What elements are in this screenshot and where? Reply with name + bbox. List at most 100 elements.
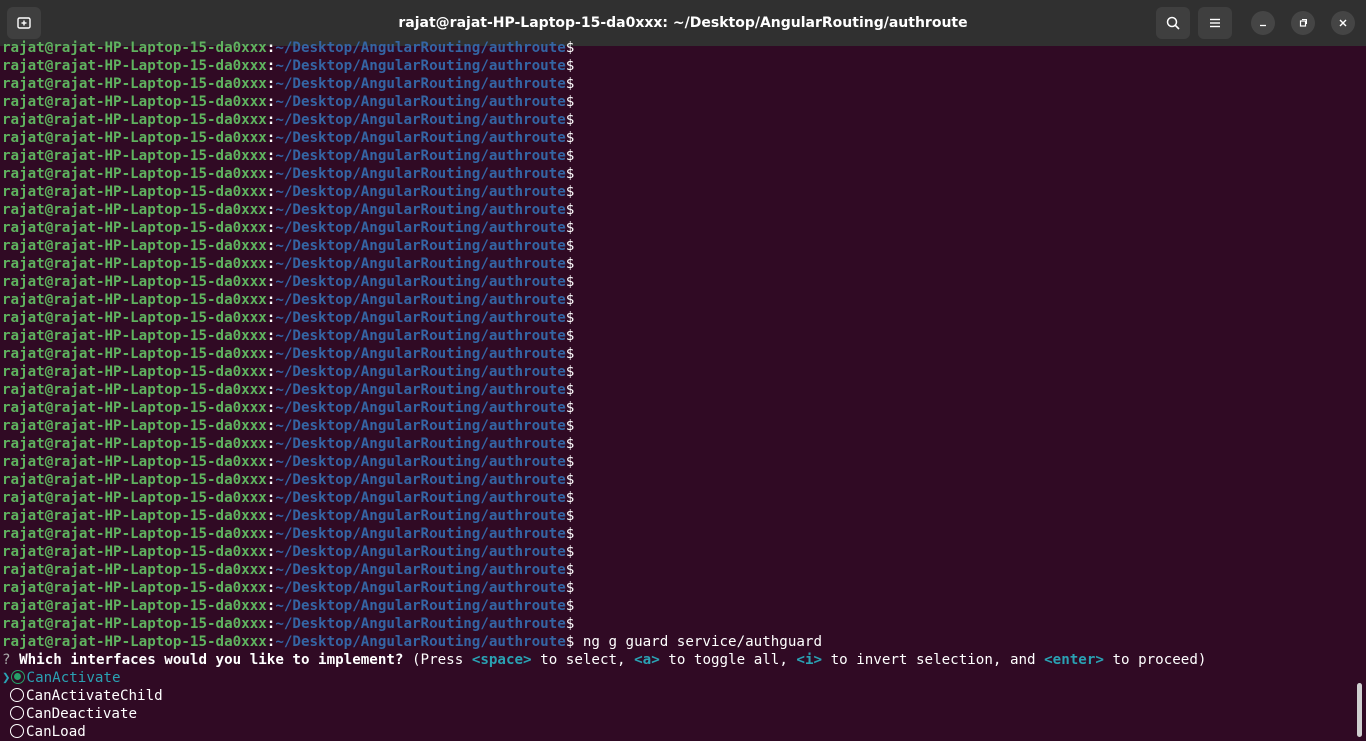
terminal-output[interactable]: rajat@rajat-HP-Laptop-15-da0xxx:~/Deskto…: [0, 39, 1356, 741]
prompt-line: rajat@rajat-HP-Laptop-15-da0xxx:~/Deskto…: [0, 507, 1356, 525]
prompt-path: ~/Desktop/AngularRouting/authroute: [275, 76, 566, 92]
prompt-symbol: $: [565, 382, 575, 398]
option-canactivatechild[interactable]: CanActivateChild: [0, 687, 1356, 705]
prompt-symbol: $: [565, 130, 575, 146]
prompt-path: ~/Desktop/AngularRouting/authroute: [275, 328, 566, 344]
prompt-user: rajat@rajat-HP-Laptop-15-da0xxx: [2, 202, 267, 218]
prompt-symbol: $: [565, 616, 575, 632]
prompt-path: ~/Desktop/AngularRouting/authroute: [275, 256, 566, 272]
prompt-line: rajat@rajat-HP-Laptop-15-da0xxx:~/Deskto…: [0, 201, 1356, 219]
prompt-symbol: $: [565, 364, 575, 380]
prompt-user: rajat@rajat-HP-Laptop-15-da0xxx: [2, 418, 267, 434]
prompt-user: rajat@rajat-HP-Laptop-15-da0xxx: [2, 472, 267, 488]
menu-button[interactable]: [1198, 7, 1232, 39]
prompt-line: rajat@rajat-HP-Laptop-15-da0xxx:~/Deskto…: [0, 255, 1356, 273]
prompt-line: rajat@rajat-HP-Laptop-15-da0xxx:~/Deskto…: [0, 489, 1356, 507]
prompt-path: ~/Desktop/AngularRouting/authroute: [275, 148, 566, 164]
search-icon: [1166, 16, 1180, 30]
option-label: CanActivateChild: [26, 688, 163, 704]
prompt-symbol: $: [565, 166, 575, 182]
prompt-user: rajat@rajat-HP-Laptop-15-da0xxx: [2, 112, 267, 128]
radio-selected-icon[interactable]: [10, 670, 25, 684]
option-candeactivate[interactable]: CanDeactivate: [0, 705, 1356, 723]
prompt-symbol: $: [565, 418, 575, 434]
prompt-path: ~/Desktop/AngularRouting/authroute: [275, 490, 566, 506]
prompt-path: ~/Desktop/AngularRouting/authroute: [275, 364, 566, 380]
key-i: <i>: [796, 652, 823, 668]
prompt-user: rajat@rajat-HP-Laptop-15-da0xxx: [2, 400, 267, 416]
prompt-user: rajat@rajat-HP-Laptop-15-da0xxx: [2, 130, 267, 146]
prompt-path: ~/Desktop/AngularRouting/authroute: [275, 166, 566, 182]
prompt-symbol: $: [565, 148, 575, 164]
radio-unselected-icon[interactable]: [10, 688, 24, 702]
key-enter: <enter>: [1044, 652, 1104, 668]
prompt-line: rajat@rajat-HP-Laptop-15-da0xxx:~/Deskto…: [0, 381, 1356, 399]
prompt-line: rajat@rajat-HP-Laptop-15-da0xxx:~/Deskto…: [0, 363, 1356, 381]
prompt-user: rajat@rajat-HP-Laptop-15-da0xxx: [2, 490, 267, 506]
prompt-user: rajat@rajat-HP-Laptop-15-da0xxx: [2, 580, 267, 596]
prompt-user: rajat@rajat-HP-Laptop-15-da0xxx: [2, 148, 267, 164]
prompt-line: rajat@rajat-HP-Laptop-15-da0xxx:~/Deskto…: [0, 579, 1356, 597]
option-label: CanDeactivate: [26, 706, 138, 722]
prompt-path: ~/Desktop/AngularRouting/authroute: [275, 634, 566, 650]
prompt-symbol: $: [565, 544, 575, 560]
prompt-symbol: $: [565, 202, 575, 218]
prompt-user: rajat@rajat-HP-Laptop-15-da0xxx: [2, 328, 267, 344]
prompt-symbol: $: [565, 580, 575, 596]
prompt-symbol: $: [565, 292, 575, 308]
option-canactivate[interactable]: ❯ CanActivate: [0, 669, 1356, 687]
prompt-user: rajat@rajat-HP-Laptop-15-da0xxx: [2, 292, 267, 308]
prompt-symbol: $: [565, 526, 575, 542]
prompt-symbol: $: [565, 184, 575, 200]
prompt-line: rajat@rajat-HP-Laptop-15-da0xxx:~/Deskto…: [0, 615, 1356, 633]
prompt-symbol: $: [565, 598, 575, 614]
prompt-symbol: $: [565, 40, 575, 56]
prompt-path: ~/Desktop/AngularRouting/authroute: [275, 274, 566, 290]
prompt-path: ~/Desktop/AngularRouting/authroute: [275, 544, 566, 560]
prompt-user: rajat@rajat-HP-Laptop-15-da0xxx: [2, 364, 267, 380]
prompt-user: rajat@rajat-HP-Laptop-15-da0xxx: [2, 634, 267, 650]
prompt-user: rajat@rajat-HP-Laptop-15-da0xxx: [2, 436, 267, 452]
prompt-symbol: $: [565, 490, 575, 506]
prompt-symbol: $: [565, 508, 575, 524]
search-button[interactable]: [1156, 7, 1190, 39]
close-button[interactable]: [1331, 11, 1355, 35]
prompt-line: rajat@rajat-HP-Laptop-15-da0xxx:~/Deskto…: [0, 57, 1356, 75]
prompt-path: ~/Desktop/AngularRouting/authroute: [275, 238, 566, 254]
prompt-path: ~/Desktop/AngularRouting/authroute: [275, 292, 566, 308]
prompt-line: rajat@rajat-HP-Laptop-15-da0xxx:~/Deskto…: [0, 129, 1356, 147]
prompt-user: rajat@rajat-HP-Laptop-15-da0xxx: [2, 526, 267, 542]
prompt-user: rajat@rajat-HP-Laptop-15-da0xxx: [2, 94, 267, 110]
prompt-user: rajat@rajat-HP-Laptop-15-da0xxx: [2, 508, 267, 524]
prompt-line: rajat@rajat-HP-Laptop-15-da0xxx:~/Deskto…: [0, 111, 1356, 129]
prompt-user: rajat@rajat-HP-Laptop-15-da0xxx: [2, 616, 267, 632]
prompt-symbol: $: [565, 256, 575, 272]
maximize-button[interactable]: [1291, 11, 1315, 35]
option-canload[interactable]: CanLoad: [0, 723, 1356, 741]
prompt-path: ~/Desktop/AngularRouting/authroute: [275, 436, 566, 452]
prompt-symbol: $: [565, 400, 575, 416]
prompt-user: rajat@rajat-HP-Laptop-15-da0xxx: [2, 544, 267, 560]
prompt-history: rajat@rajat-HP-Laptop-15-da0xxx:~/Deskto…: [0, 39, 1356, 633]
prompt-line: rajat@rajat-HP-Laptop-15-da0xxx:~/Deskto…: [0, 219, 1356, 237]
prompt-line: rajat@rajat-HP-Laptop-15-da0xxx:~/Deskto…: [0, 39, 1356, 57]
scrollbar[interactable]: [1357, 683, 1362, 737]
prompt-line: rajat@rajat-HP-Laptop-15-da0xxx:~/Deskto…: [0, 345, 1356, 363]
prompt-line: rajat@rajat-HP-Laptop-15-da0xxx:~/Deskto…: [0, 525, 1356, 543]
prompt-line: rajat@rajat-HP-Laptop-15-da0xxx:~/Deskto…: [0, 435, 1356, 453]
prompt-symbol: $: [565, 454, 575, 470]
radio-unselected-icon[interactable]: [10, 706, 24, 720]
prompt-path: ~/Desktop/AngularRouting/authroute: [275, 184, 566, 200]
prompt-line: rajat@rajat-HP-Laptop-15-da0xxx:~/Deskto…: [0, 327, 1356, 345]
command-text: ng g guard service/authguard: [574, 634, 823, 650]
prompt-path: ~/Desktop/AngularRouting/authroute: [275, 616, 566, 632]
minimize-button[interactable]: [1251, 11, 1275, 35]
hamburger-menu-icon: [1210, 18, 1220, 28]
prompt-symbol: $: [565, 328, 575, 344]
prompt-path: ~/Desktop/AngularRouting/authroute: [275, 58, 566, 74]
prompt-line: rajat@rajat-HP-Laptop-15-da0xxx:~/Deskto…: [0, 399, 1356, 417]
prompt-line: rajat@rajat-HP-Laptop-15-da0xxx:~/Deskto…: [0, 471, 1356, 489]
prompt-path: ~/Desktop/AngularRouting/authroute: [275, 454, 566, 470]
radio-unselected-icon[interactable]: [10, 724, 24, 738]
prompt-path: ~/Desktop/AngularRouting/authroute: [275, 346, 566, 362]
